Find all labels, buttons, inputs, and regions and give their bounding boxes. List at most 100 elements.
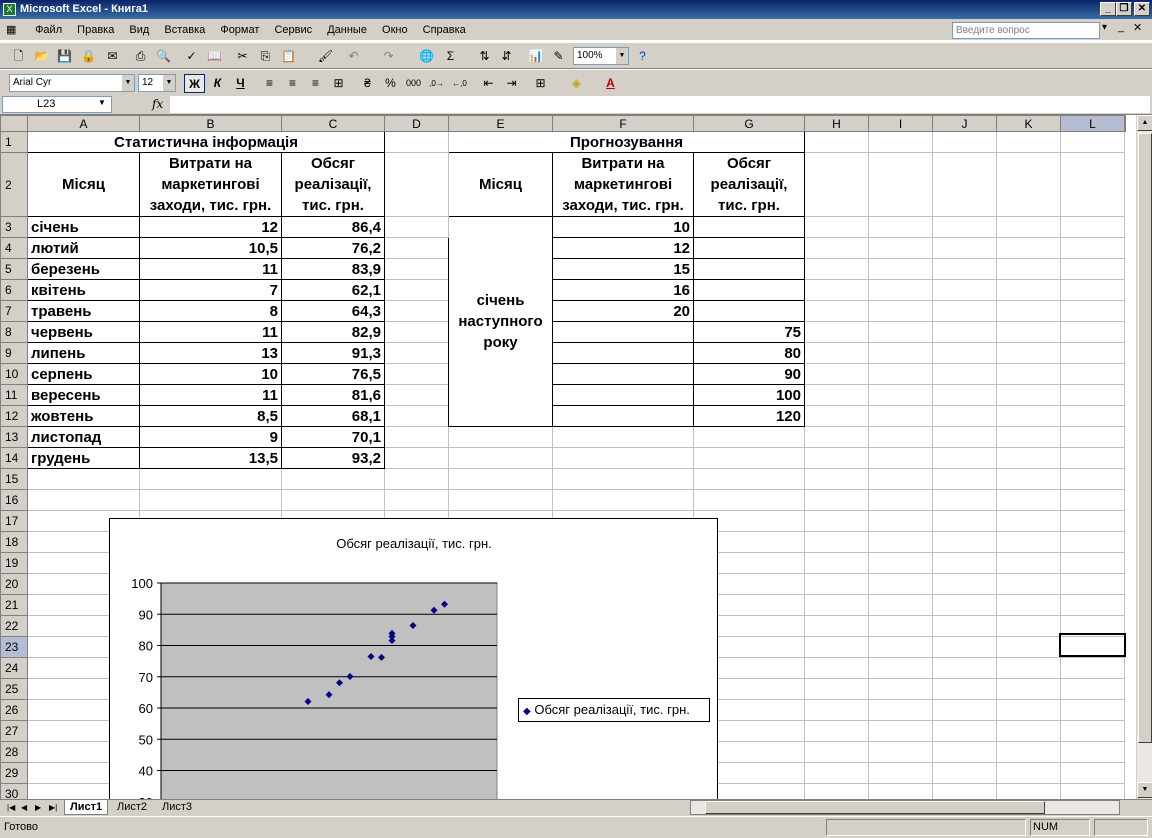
cell[interactable] bbox=[804, 615, 869, 637]
cell[interactable] bbox=[868, 216, 933, 238]
cell[interactable] bbox=[932, 783, 997, 799]
active-cell-selection[interactable] bbox=[1059, 633, 1126, 657]
cell[interactable] bbox=[1060, 552, 1125, 574]
cell[interactable] bbox=[996, 468, 1061, 490]
cell[interactable] bbox=[1060, 131, 1125, 153]
cell[interactable] bbox=[932, 363, 997, 385]
zoom-select[interactable]: 100% ▼ bbox=[573, 47, 629, 65]
cell[interactable] bbox=[996, 237, 1061, 259]
menu-view[interactable]: Вид bbox=[123, 19, 155, 41]
cell[interactable] bbox=[804, 594, 869, 616]
cell[interactable] bbox=[996, 531, 1061, 553]
cell[interactable] bbox=[932, 258, 997, 280]
cell[interactable] bbox=[804, 720, 869, 742]
cell[interactable] bbox=[868, 279, 933, 301]
header-cost[interactable]: Витрати на маркетингові заходи, тис. грн… bbox=[139, 152, 282, 217]
cell[interactable] bbox=[1060, 279, 1125, 301]
spelling-icon[interactable]: ✓ bbox=[183, 48, 200, 65]
cell[interactable] bbox=[868, 657, 933, 679]
cell[interactable] bbox=[139, 489, 282, 511]
cell[interactable] bbox=[868, 573, 933, 595]
forecast-sales-cell[interactable] bbox=[693, 258, 805, 280]
cell[interactable] bbox=[868, 321, 933, 343]
save-icon[interactable]: 💾 bbox=[56, 48, 73, 65]
sales-cell[interactable]: 91,3 bbox=[281, 342, 385, 364]
cell[interactable] bbox=[996, 615, 1061, 637]
cell[interactable] bbox=[552, 468, 694, 490]
cell[interactable] bbox=[1060, 447, 1125, 469]
row-header[interactable]: 12 bbox=[0, 405, 28, 427]
cell[interactable] bbox=[1060, 699, 1125, 721]
row-header[interactable]: 4 bbox=[0, 237, 28, 259]
doc-close-icon[interactable]: ✕ bbox=[1133, 21, 1142, 34]
row-header[interactable]: 13 bbox=[0, 426, 28, 448]
cell[interactable] bbox=[804, 489, 869, 511]
column-header[interactable]: K bbox=[996, 115, 1061, 132]
cell[interactable] bbox=[1060, 152, 1125, 217]
column-header[interactable] bbox=[1124, 115, 1126, 132]
font-name-select[interactable]: Arial Cyr ▼ bbox=[9, 74, 135, 92]
menu-edit[interactable]: Правка bbox=[71, 19, 120, 41]
month-cell[interactable]: січень bbox=[27, 216, 140, 238]
cell[interactable] bbox=[1060, 594, 1125, 616]
column-header[interactable]: C bbox=[281, 115, 385, 132]
cell[interactable] bbox=[448, 447, 553, 469]
row-header[interactable]: 19 bbox=[0, 552, 28, 574]
cell[interactable] bbox=[932, 657, 997, 679]
cell[interactable] bbox=[996, 216, 1061, 238]
doc-icon[interactable]: ▦ bbox=[0, 19, 26, 41]
format-painter-icon[interactable]: 🖌 bbox=[317, 48, 334, 65]
month-cell[interactable]: травень bbox=[27, 300, 140, 322]
excel-app-icon[interactable]: X bbox=[3, 3, 16, 16]
increase-indent-icon[interactable]: ⇥ bbox=[501, 74, 522, 93]
sort-desc-icon[interactable]: ⇵ bbox=[498, 48, 515, 65]
email-icon[interactable]: ✉ bbox=[104, 48, 121, 65]
cell[interactable] bbox=[384, 237, 449, 259]
cell[interactable] bbox=[804, 531, 869, 553]
cell[interactable] bbox=[804, 447, 869, 469]
month-cell[interactable]: квітень bbox=[27, 279, 140, 301]
month-cell[interactable]: червень bbox=[27, 321, 140, 343]
row-header[interactable]: 27 bbox=[0, 720, 28, 742]
cell[interactable] bbox=[996, 510, 1061, 532]
cell[interactable] bbox=[932, 321, 997, 343]
row-header[interactable]: 1 bbox=[0, 131, 28, 153]
cell[interactable] bbox=[552, 426, 694, 448]
cell[interactable] bbox=[868, 489, 933, 511]
forecast-sales-cell[interactable] bbox=[693, 237, 805, 259]
cell[interactable] bbox=[868, 405, 933, 427]
open-icon[interactable]: 📂 bbox=[33, 48, 50, 65]
menu-tools[interactable]: Сервис bbox=[268, 19, 318, 41]
tab-last-icon[interactable]: ▶| bbox=[44, 800, 62, 815]
cell[interactable] bbox=[932, 699, 997, 721]
column-header[interactable]: A bbox=[27, 115, 140, 132]
cell[interactable] bbox=[1060, 426, 1125, 448]
cell[interactable] bbox=[932, 131, 997, 153]
cell[interactable] bbox=[932, 152, 997, 217]
cell[interactable] bbox=[804, 741, 869, 763]
cell[interactable] bbox=[868, 699, 933, 721]
cell[interactable] bbox=[996, 405, 1061, 427]
forecast-sales-cell[interactable]: 100 bbox=[693, 384, 805, 406]
sales-cell[interactable]: 81,6 bbox=[281, 384, 385, 406]
cell[interactable] bbox=[932, 552, 997, 574]
cost-cell[interactable]: 11 bbox=[139, 258, 282, 280]
cell[interactable] bbox=[804, 510, 869, 532]
forecast-cost-cell[interactable]: 20 bbox=[552, 300, 694, 322]
cell[interactable] bbox=[996, 300, 1061, 322]
redo-icon[interactable]: ↷ bbox=[380, 48, 397, 65]
restore-icon[interactable]: ❐ bbox=[1116, 2, 1132, 16]
cell[interactable] bbox=[384, 131, 449, 153]
forecast-header-cost[interactable]: Витрати на маркетингові заходи, тис. грн… bbox=[552, 152, 694, 217]
increase-decimal-icon[interactable]: ,0→ bbox=[426, 74, 447, 93]
cell[interactable] bbox=[932, 594, 997, 616]
help-icon[interactable]: ? bbox=[634, 48, 651, 65]
cell[interactable] bbox=[804, 216, 869, 238]
row-header[interactable]: 11 bbox=[0, 384, 28, 406]
align-center-icon[interactable]: ≡ bbox=[282, 74, 303, 93]
column-header[interactable]: E bbox=[448, 115, 553, 132]
italic-button[interactable]: К bbox=[207, 74, 228, 93]
column-header[interactable]: J bbox=[932, 115, 997, 132]
row-header[interactable]: 28 bbox=[0, 741, 28, 763]
cell[interactable] bbox=[384, 447, 449, 469]
